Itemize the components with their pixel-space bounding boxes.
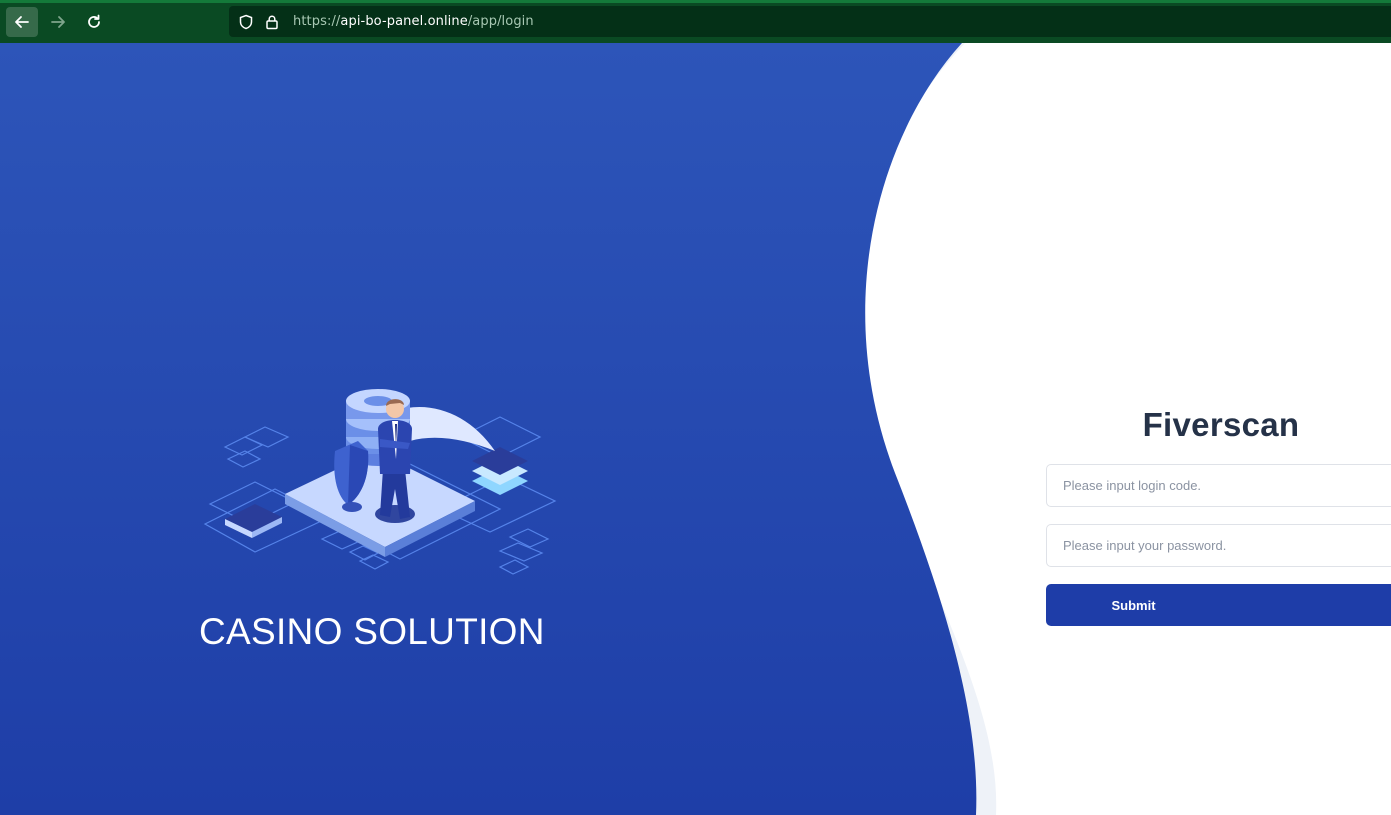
submit-button[interactable]: Submit (1046, 584, 1391, 626)
url-scheme: https:// (293, 14, 341, 29)
arrow-right-icon (51, 16, 65, 28)
browser-toolbar: https://api-bo-panel.online/app/login (0, 0, 1391, 43)
arrow-left-icon (15, 16, 29, 28)
forward-button[interactable] (42, 7, 74, 37)
address-bar[interactable]: https://api-bo-panel.online/app/login (229, 6, 1391, 37)
lock-icon[interactable] (263, 13, 281, 31)
url-host: api-bo-panel.online (340, 14, 468, 29)
login-page: CASINO SOLUTION Fiverscan Submit (0, 43, 1391, 815)
url-path: /app/login (467, 14, 534, 29)
brand-title: Fiverscan (1142, 406, 1300, 443)
reload-icon (88, 14, 100, 28)
reload-button[interactable] (78, 7, 110, 37)
login-code-input[interactable] (1046, 464, 1391, 507)
server-security-illustration (203, 389, 557, 575)
url-text[interactable]: https://api-bo-panel.online/app/login (293, 14, 534, 29)
shield-icon[interactable] (237, 13, 255, 31)
hero-title: CASINO SOLUTION (199, 611, 545, 652)
password-input[interactable] (1046, 524, 1391, 567)
back-button[interactable] (6, 7, 38, 37)
